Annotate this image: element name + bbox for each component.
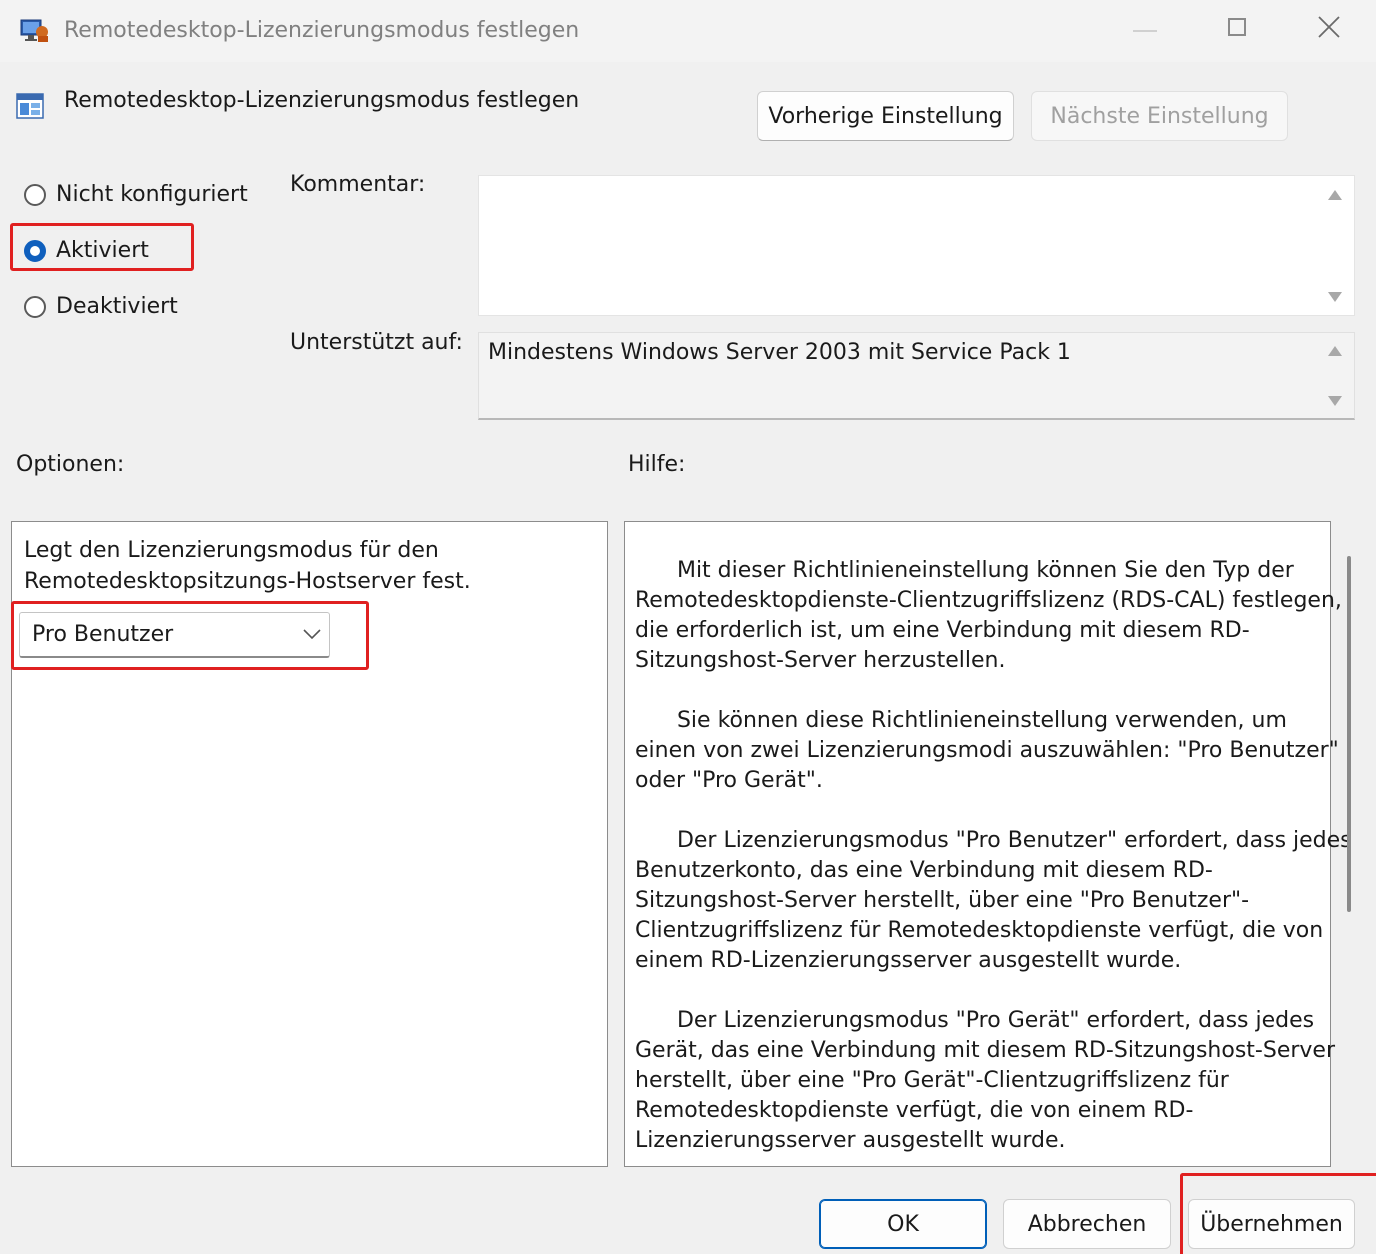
radio-label: Nicht konfiguriert bbox=[56, 182, 248, 207]
help-text-line: oder "Pro Gerät". bbox=[635, 768, 823, 793]
help-label: Hilfe: bbox=[628, 452, 686, 477]
comment-label: Kommentar: bbox=[290, 172, 426, 197]
highlight-box-dropdown bbox=[11, 601, 369, 670]
scroll-up-arrow-icon[interactable] bbox=[1328, 346, 1342, 356]
comment-textarea[interactable] bbox=[478, 175, 1355, 316]
help-text-line: einen von zwei Lizenzierungsmodi auszuwä… bbox=[635, 738, 1339, 763]
help-text-line: einem RD-Lizenzierungsserver ausgestellt… bbox=[635, 948, 1182, 973]
radio-label: Deaktiviert bbox=[56, 294, 178, 319]
help-text-line: Remotedesktopdienste verfügt, die von ei… bbox=[635, 1098, 1194, 1123]
help-text-line: Sie können diese Richtlinieneinstellung … bbox=[635, 708, 1287, 733]
scroll-up-arrow-icon[interactable] bbox=[1328, 190, 1342, 200]
maximize-icon[interactable] bbox=[1228, 18, 1246, 36]
help-text-line: Lizenzierungsserver ausgestellt wurde. bbox=[635, 1128, 1066, 1153]
window-title: Remotedesktop-Lizenzierungsmodus festleg… bbox=[64, 18, 580, 43]
highlight-box-apply bbox=[1180, 1173, 1376, 1254]
scroll-down-arrow-icon[interactable] bbox=[1328, 292, 1342, 302]
radio-not-configured[interactable]: Nicht konfiguriert bbox=[24, 180, 248, 210]
help-text-line: Clientzugriffslizenz für Remotedesktopdi… bbox=[635, 918, 1324, 943]
radio-circle[interactable] bbox=[24, 296, 46, 318]
help-text-line: Remotedesktopdienste-Clientzugriffslizen… bbox=[635, 588, 1342, 613]
radio-circle[interactable] bbox=[24, 184, 46, 206]
radio-disabled[interactable]: Deaktiviert bbox=[24, 292, 178, 322]
supported-on-value: Mindestens Windows Server 2003 mit Servi… bbox=[488, 340, 1071, 365]
options-label: Optionen: bbox=[16, 452, 125, 477]
close-icon[interactable] bbox=[1316, 14, 1342, 40]
ok-button[interactable]: OK bbox=[819, 1199, 987, 1249]
options-description-line: Legt den Lizenzierungsmodus für den bbox=[24, 538, 439, 563]
cancel-button[interactable]: Abbrechen bbox=[1003, 1199, 1171, 1249]
help-text-line: Gerät, das eine Verbindung mit diesem RD… bbox=[635, 1038, 1335, 1063]
help-scrollbar[interactable] bbox=[1347, 556, 1351, 912]
help-text-line: Mit dieser Richtlinieneinstellung können… bbox=[635, 558, 1294, 583]
help-text-line: Sitzungshost-Server herzustellen. bbox=[635, 648, 1006, 673]
options-description-line: Remotedesktopsitzungs-Hostserver fest. bbox=[24, 569, 471, 594]
next-setting-button[interactable]: Nächste Einstellung bbox=[1031, 91, 1288, 141]
scroll-down-arrow-icon[interactable] bbox=[1328, 396, 1342, 406]
help-text-line: Der Lizenzierungsmodus "Pro Benutzer" er… bbox=[635, 828, 1352, 853]
remote-desktop-app-icon bbox=[20, 18, 50, 44]
help-text-line: die erforderlich ist, um eine Verbindung… bbox=[635, 618, 1250, 643]
highlight-box-enabled bbox=[10, 223, 194, 271]
policy-setting-icon bbox=[16, 92, 44, 120]
supported-on-label: Unterstützt auf: bbox=[290, 330, 463, 355]
policy-title: Remotedesktop-Lizenzierungsmodus festleg… bbox=[64, 88, 580, 113]
help-text-line: Sitzungshost-Server herstellt, über eine… bbox=[635, 888, 1250, 913]
help-text-line: Benutzerkonto, das eine Verbindung mit d… bbox=[635, 858, 1213, 883]
help-text-line: herstellt, über eine "Pro Gerät"-Clientz… bbox=[635, 1068, 1229, 1093]
minimize-icon[interactable] bbox=[1133, 30, 1157, 32]
previous-setting-button[interactable]: Vorherige Einstellung bbox=[757, 91, 1014, 141]
help-text-line: Der Lizenzierungsmodus "Pro Gerät" erfor… bbox=[635, 1008, 1315, 1033]
